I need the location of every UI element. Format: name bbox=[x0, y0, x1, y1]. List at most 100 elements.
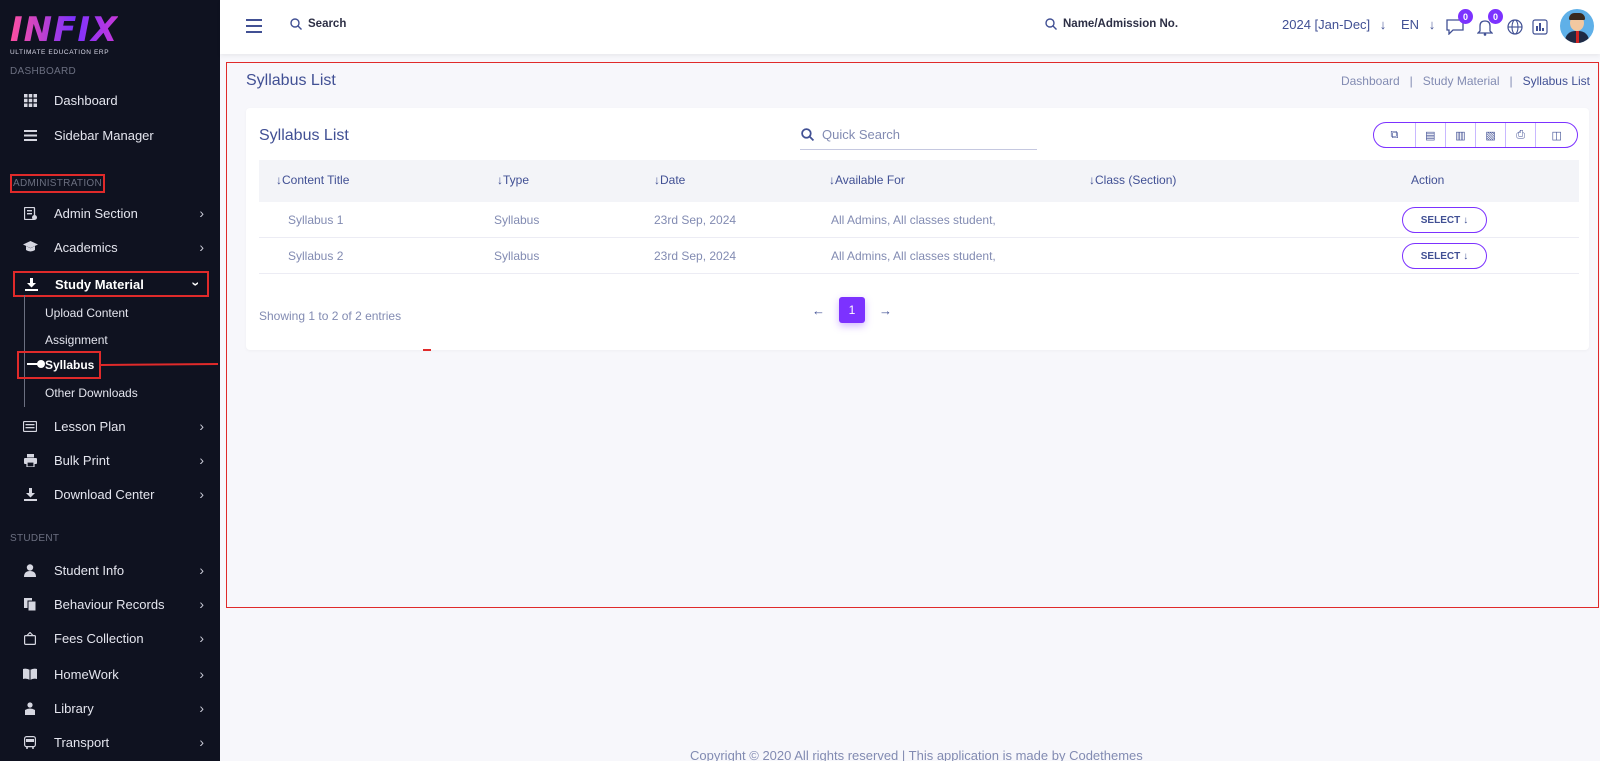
brand-name: INFIX bbox=[10, 10, 119, 50]
select-dropdown-button[interactable]: SELECT ↓ bbox=[1402, 207, 1487, 233]
select-label: SELECT bbox=[1420, 214, 1461, 226]
csv-button[interactable]: ▥ bbox=[1446, 123, 1477, 147]
globe-icon[interactable] bbox=[1505, 17, 1525, 37]
sidebar-subitem-other-downloads[interactable]: Other Downloads bbox=[45, 386, 138, 400]
quick-search-input[interactable]: Quick Search bbox=[800, 120, 1037, 150]
sidebar-item-behaviour-records[interactable]: Behaviour Records › bbox=[14, 590, 208, 618]
select-label: SELECT bbox=[1420, 250, 1461, 262]
sidebar-item-bulk-print[interactable]: Bulk Print › bbox=[14, 446, 208, 474]
annotation-mark bbox=[423, 349, 431, 351]
sidebar-item-sidebar-manager[interactable]: Sidebar Manager bbox=[14, 121, 208, 149]
sidebar-subitem-assignment[interactable]: Assignment bbox=[45, 333, 108, 347]
fees-icon bbox=[20, 631, 40, 645]
grid-icon bbox=[20, 93, 40, 107]
printer-icon bbox=[20, 453, 40, 467]
sidebar-item-study-material[interactable]: Study Material › bbox=[13, 271, 209, 297]
sidebar-item-download-center[interactable]: Download Center › bbox=[14, 480, 208, 508]
sidebar-subitem-syllabus[interactable]: Syllabus bbox=[17, 351, 101, 379]
user-avatar[interactable] bbox=[1560, 9, 1594, 43]
academic-year-select[interactable]: 2024 [Jan-Dec] ↓ bbox=[1282, 17, 1386, 32]
top-header: Search Name/Admission No. 2024 [Jan-Dec]… bbox=[220, 0, 1600, 54]
column-content-title[interactable]: ↓Content Title bbox=[276, 173, 349, 187]
sidebar: INFIX ULTIMATE EDUCATION ERP DASHBOARD D… bbox=[0, 0, 220, 761]
breadcrumb-separator: | bbox=[1409, 74, 1413, 88]
sidebar-item-admin-section[interactable]: Admin Section › bbox=[14, 199, 208, 227]
column-label: Available For bbox=[835, 173, 905, 187]
sidebar-subitem-upload-content[interactable]: Upload Content bbox=[45, 306, 128, 320]
stats-icon[interactable] bbox=[1530, 17, 1550, 37]
chevron-right-icon: › bbox=[199, 630, 204, 646]
sidebar-item-label: HomeWork bbox=[54, 666, 119, 682]
column-type[interactable]: ↓Type bbox=[497, 173, 529, 187]
active-indicator-icon bbox=[27, 360, 45, 368]
sidebar-item-academics[interactable]: Academics › bbox=[14, 233, 208, 261]
column-label: Class (Section) bbox=[1095, 173, 1177, 187]
column-action: Action bbox=[1411, 173, 1445, 187]
notification-bell-icon[interactable]: 0 bbox=[1475, 9, 1503, 37]
table-row: Syllabus 1 Syllabus 23rd Sep, 2024 All A… bbox=[259, 202, 1579, 238]
cell-title: Syllabus 2 bbox=[288, 249, 344, 263]
column-date[interactable]: ↓Date bbox=[654, 173, 685, 187]
chevron-right-icon: › bbox=[199, 205, 204, 221]
section-label-dashboard: DASHBOARD bbox=[10, 66, 77, 77]
select-dropdown-button[interactable]: SELECT ↓ bbox=[1402, 243, 1487, 269]
export-toolbar: ⧉ ▤ ▥ ▧ ⎙ ◫ bbox=[1373, 122, 1578, 148]
breadcrumb-study-material[interactable]: Study Material bbox=[1423, 74, 1500, 88]
search-icon bbox=[1045, 18, 1057, 30]
sidebar-item-label: Lesson Plan bbox=[54, 418, 126, 434]
chevron-right-icon: › bbox=[199, 562, 204, 578]
printer-icon: ⎙ bbox=[1516, 128, 1526, 141]
sidebar-item-label: Admin Section bbox=[54, 205, 138, 221]
home-icon bbox=[20, 668, 40, 680]
sidebar-item-homework[interactable]: HomeWork › bbox=[14, 660, 208, 688]
sidebar-item-dashboard[interactable]: Dashboard bbox=[14, 86, 208, 114]
sidebar-item-lesson-plan[interactable]: Lesson Plan › bbox=[14, 412, 208, 440]
table-header: ↓Content Title ↓Type ↓Date ↓Available Fo… bbox=[259, 160, 1579, 202]
pdf-button[interactable]: ▧ bbox=[1476, 123, 1507, 147]
column-available-for[interactable]: ↓Available For bbox=[829, 173, 905, 187]
chat-icon[interactable]: 0 bbox=[1445, 9, 1473, 37]
excel-button[interactable]: ▤ bbox=[1416, 123, 1446, 147]
sidebar-item-label: Fees Collection bbox=[54, 630, 144, 646]
columns-button[interactable]: ◫ bbox=[1536, 123, 1577, 147]
sidebar-item-transport[interactable]: Transport › bbox=[14, 728, 208, 756]
prev-page-arrow-icon[interactable]: ← bbox=[812, 303, 825, 318]
list-icon bbox=[20, 129, 40, 141]
student-search[interactable]: Name/Admission No. bbox=[1045, 18, 1178, 30]
pdf-icon: ▧ bbox=[1485, 129, 1496, 142]
pagination: ← 1 → bbox=[812, 297, 892, 323]
sidebar-item-student-info[interactable]: Student Info › bbox=[14, 556, 208, 584]
chevron-right-icon: › bbox=[199, 486, 204, 502]
sidebar-item-library[interactable]: Library › bbox=[14, 694, 208, 722]
arrow-down-icon: ↓ bbox=[1428, 17, 1436, 32]
entries-info: Showing 1 to 2 of 2 entries bbox=[259, 309, 402, 323]
records-icon bbox=[20, 597, 40, 611]
chevron-right-icon: › bbox=[199, 452, 204, 468]
chevron-right-icon: › bbox=[199, 596, 204, 612]
page-number-button[interactable]: 1 bbox=[839, 297, 865, 323]
chat-badge: 0 bbox=[1458, 9, 1473, 24]
brand-logo[interactable]: INFIX ULTIMATE EDUCATION ERP bbox=[10, 12, 118, 56]
sidebar-item-label: Student Info bbox=[54, 562, 125, 578]
search-icon bbox=[290, 18, 302, 30]
sidebar-item-label: Download Center bbox=[54, 486, 155, 502]
user-icon bbox=[20, 563, 40, 577]
graduation-cap-icon bbox=[20, 241, 40, 253]
column-class-section[interactable]: ↓Class (Section) bbox=[1089, 173, 1176, 187]
table-row: Syllabus 2 Syllabus 23rd Sep, 2024 All A… bbox=[259, 238, 1579, 274]
sidebar-item-label: Dashboard bbox=[54, 92, 118, 108]
breadcrumb-dashboard[interactable]: Dashboard bbox=[1341, 74, 1400, 88]
admin-icon bbox=[20, 206, 40, 220]
sidebar-item-fees-collection[interactable]: Fees Collection › bbox=[14, 624, 208, 652]
next-page-arrow-icon[interactable]: → bbox=[879, 303, 892, 318]
section-label-student: STUDENT bbox=[10, 533, 60, 544]
sidebar-item-label: Library bbox=[54, 700, 94, 716]
copy-button[interactable]: ⧉ bbox=[1374, 123, 1416, 147]
bus-icon bbox=[20, 735, 40, 749]
print-button[interactable]: ⎙ bbox=[1506, 123, 1537, 147]
sidebar-subitem-label: Syllabus bbox=[45, 358, 95, 372]
page-title: Syllabus List bbox=[246, 72, 336, 89]
hamburger-menu-icon[interactable] bbox=[246, 19, 262, 33]
header-search[interactable]: Search bbox=[290, 18, 346, 30]
language-select[interactable]: EN ↓ bbox=[1401, 17, 1435, 32]
